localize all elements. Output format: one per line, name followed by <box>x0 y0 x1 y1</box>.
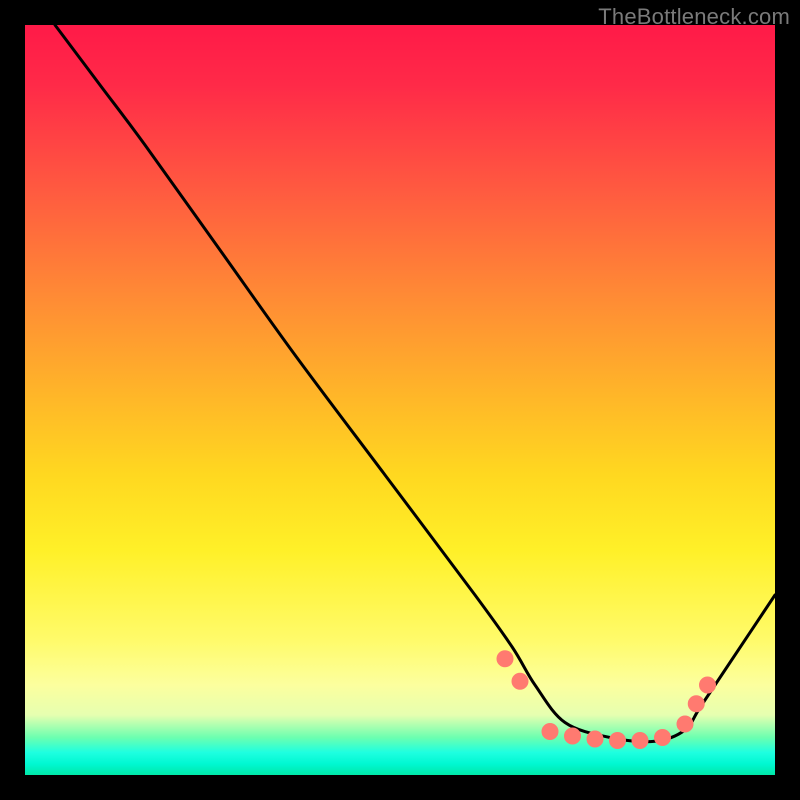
curve-marker <box>497 651 513 667</box>
curve-marker <box>587 731 603 747</box>
curve-marker <box>677 716 693 732</box>
chart-frame: TheBottleneck.com <box>0 0 800 800</box>
curve-marker <box>610 733 626 749</box>
curve-marker <box>700 677 716 693</box>
curve-marker <box>512 673 528 689</box>
curve-layer <box>25 25 775 775</box>
watermark-text: TheBottleneck.com <box>598 4 790 30</box>
curve-marker <box>632 733 648 749</box>
curve-marker <box>565 728 581 744</box>
curve-marker <box>655 730 671 746</box>
marker-group <box>497 651 716 749</box>
curve-marker <box>542 724 558 740</box>
curve-marker <box>688 696 704 712</box>
bottleneck-curve <box>55 25 775 742</box>
